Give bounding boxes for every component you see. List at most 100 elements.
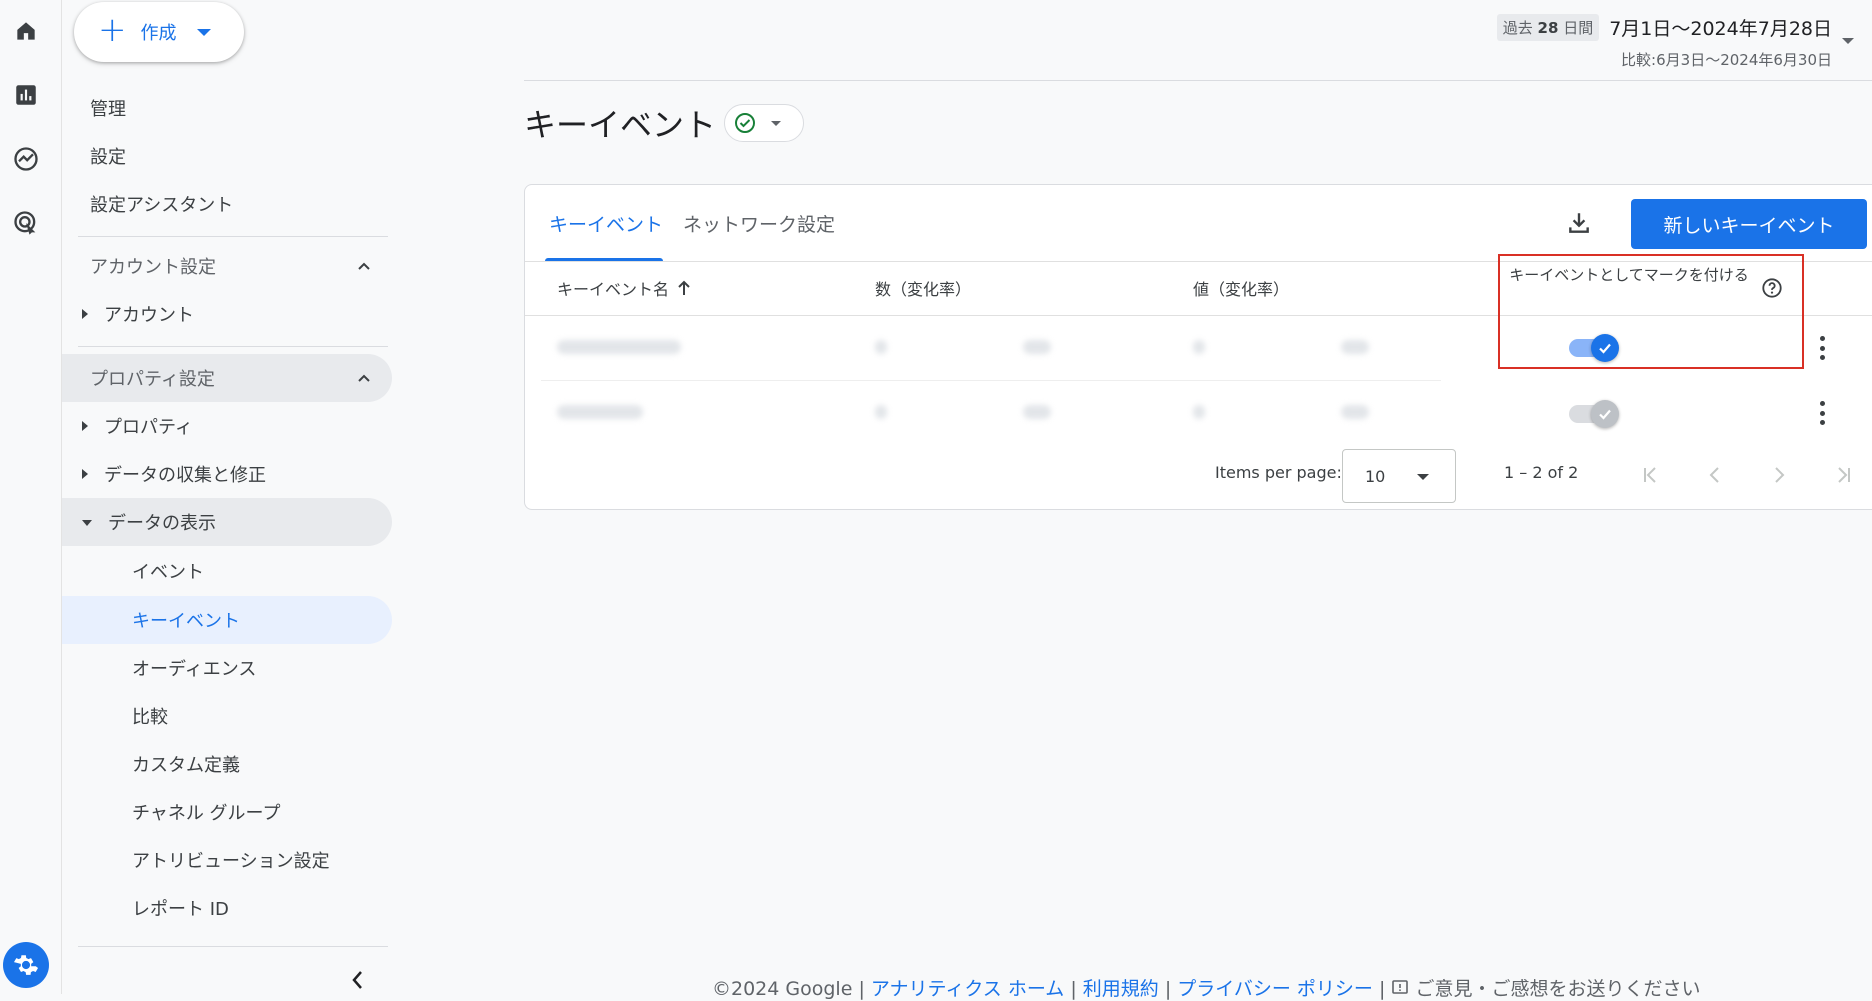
- nav-report-id[interactable]: レポート ID: [62, 884, 392, 932]
- redacted-event-name: [557, 340, 681, 354]
- chevron-left-icon: [352, 971, 362, 989]
- column-header-name[interactable]: キーイベント名: [557, 261, 693, 315]
- expand-down-icon: [82, 520, 92, 526]
- nav-data-collection[interactable]: データの収集と修正: [62, 450, 392, 498]
- admin-sidebar: + 作成 管理 設定 設定アシスタント アカウント設定 アカウント プロパティ設…: [62, 0, 402, 994]
- chevron-up-icon: [358, 262, 370, 270]
- redacted-count-change: [1023, 340, 1051, 354]
- footer-separator: |: [1064, 978, 1083, 1000]
- date-preset-chip: 過去 28 日間: [1496, 14, 1600, 41]
- nav-label: キーイベント: [132, 611, 240, 632]
- nav-property-settings[interactable]: プロパティ設定: [62, 354, 392, 402]
- nav-label: アトリビューション設定: [132, 851, 330, 872]
- prev-page-icon[interactable]: [1701, 461, 1729, 489]
- sort-arrow-up-icon: [678, 280, 690, 295]
- paginator: Items per page: 10 1 – 2 of 2: [525, 449, 1872, 505]
- nav-admin[interactable]: 管理: [62, 84, 392, 132]
- nav-property[interactable]: プロパティ: [62, 402, 392, 450]
- status-dropdown[interactable]: [724, 104, 805, 142]
- home-icon[interactable]: [11, 16, 41, 46]
- nav-events[interactable]: イベント: [62, 547, 392, 595]
- nav-custom-definitions[interactable]: カスタム定義: [62, 740, 392, 788]
- column-header-label: キーイベント名: [557, 280, 670, 299]
- nav-label: 管理: [90, 99, 126, 120]
- redacted-count: [875, 340, 887, 354]
- nav-account[interactable]: アカウント: [62, 290, 392, 338]
- feedback-link[interactable]: ご意見・ご感想をお送りください: [1391, 978, 1700, 1000]
- feedback-label: ご意見・ご感想をお送りください: [1415, 978, 1701, 1000]
- icon-rail: [0, 0, 62, 994]
- chevron-up-icon: [358, 374, 370, 382]
- explore-icon[interactable]: [11, 144, 41, 174]
- collapse-sidebar-button[interactable]: [348, 968, 368, 996]
- first-page-icon[interactable]: [1637, 461, 1665, 489]
- highlight-annotation: [1498, 254, 1804, 369]
- reports-icon[interactable]: [11, 80, 41, 110]
- nav-data-display[interactable]: データの表示: [62, 498, 392, 546]
- tab-key-events[interactable]: キーイベント: [545, 185, 663, 261]
- footer-separator: |: [1158, 978, 1178, 1000]
- more-vert-icon[interactable]: [1819, 336, 1825, 360]
- last-page-icon[interactable]: [1829, 461, 1857, 489]
- more-vert-icon[interactable]: [1819, 401, 1825, 425]
- download-icon[interactable]: [1563, 207, 1595, 239]
- redacted-count-change: [1023, 405, 1051, 419]
- nav-key-events[interactable]: キーイベント: [62, 596, 392, 644]
- key-events-card: キーイベント ネットワーク設定 新しいキーイベント キーイベント名 数（変化率）…: [524, 184, 1872, 510]
- nav-label: アカウント: [104, 305, 194, 326]
- page-range: 1 – 2 of 2: [1504, 463, 1579, 482]
- nav-label: プロパティ設定: [90, 369, 215, 390]
- table-row: [525, 381, 1872, 445]
- expand-right-icon: [82, 309, 88, 319]
- nav-setup-assistant[interactable]: 設定アシスタント: [62, 180, 392, 228]
- redacted-value: [1193, 405, 1205, 419]
- nav-account-settings[interactable]: アカウント設定: [62, 242, 392, 290]
- nav-label: レポート ID: [132, 899, 229, 920]
- advertising-icon[interactable]: [11, 208, 41, 238]
- footer-separator: |: [1372, 978, 1392, 1000]
- divider: [78, 346, 388, 347]
- nav-label: カスタム定義: [132, 755, 240, 776]
- create-button[interactable]: + 作成: [74, 2, 244, 62]
- nav-label: データの表示: [108, 513, 216, 534]
- copyright: ©2024 Google: [712, 978, 853, 1000]
- nav-label: 設定: [90, 147, 126, 168]
- expand-right-icon: [82, 421, 88, 431]
- terms-link[interactable]: 利用規約: [1083, 978, 1159, 1000]
- nav-comparisons[interactable]: 比較: [62, 692, 392, 740]
- date-chip-days: 28: [1537, 19, 1559, 37]
- chevron-down-icon[interactable]: [1842, 38, 1854, 44]
- mark-key-event-toggle-disabled: [1569, 399, 1621, 429]
- nav-channel-groups[interactable]: チャネル グループ: [62, 788, 392, 836]
- page-size-select[interactable]: 10: [1342, 449, 1456, 503]
- column-header-count[interactable]: 数（変化率）: [875, 261, 971, 315]
- items-per-page-label: Items per page:: [1215, 463, 1342, 482]
- tab-network-settings[interactable]: ネットワーク設定: [683, 185, 835, 261]
- footer: ©2024 Google | アナリティクス ホーム | 利用規約 | プライバ…: [712, 974, 1700, 1001]
- plus-icon: +: [98, 10, 127, 50]
- page-size-value: 10: [1365, 466, 1386, 486]
- tab-bar: キーイベント ネットワーク設定: [525, 185, 835, 261]
- next-page-icon[interactable]: [1765, 461, 1793, 489]
- analytics-home-link[interactable]: アナリティクス ホーム: [871, 978, 1064, 1000]
- page-title: キーイベント: [524, 106, 717, 144]
- redacted-event-name: [557, 405, 643, 419]
- redacted-value: [1193, 340, 1205, 354]
- divider: [78, 946, 388, 947]
- create-label: 作成: [140, 23, 177, 44]
- page-header: キーイベント: [524, 100, 805, 146]
- privacy-policy-link[interactable]: プライバシー ポリシー: [1177, 978, 1373, 1000]
- nav-audiences[interactable]: オーディエンス: [62, 644, 392, 692]
- divider: [78, 236, 388, 237]
- divider: [524, 80, 1872, 81]
- chevron-down-icon: [771, 120, 782, 126]
- nav-settings[interactable]: 設定: [62, 132, 392, 180]
- date-range-picker[interactable]: 過去 28 日間 7月1日～2024年7月28日 比較:6月3日～2024年6月…: [1496, 14, 1832, 70]
- check-circle-icon: [735, 113, 756, 133]
- chevron-down-icon: [1417, 474, 1429, 480]
- nav-attribution-settings[interactable]: アトリビューション設定: [62, 836, 392, 884]
- column-header-value[interactable]: 値（変化率）: [1193, 261, 1289, 315]
- new-key-event-button[interactable]: 新しいキーイベント: [1631, 199, 1867, 249]
- admin-gear-icon[interactable]: [3, 942, 49, 988]
- redacted-count: [875, 405, 887, 419]
